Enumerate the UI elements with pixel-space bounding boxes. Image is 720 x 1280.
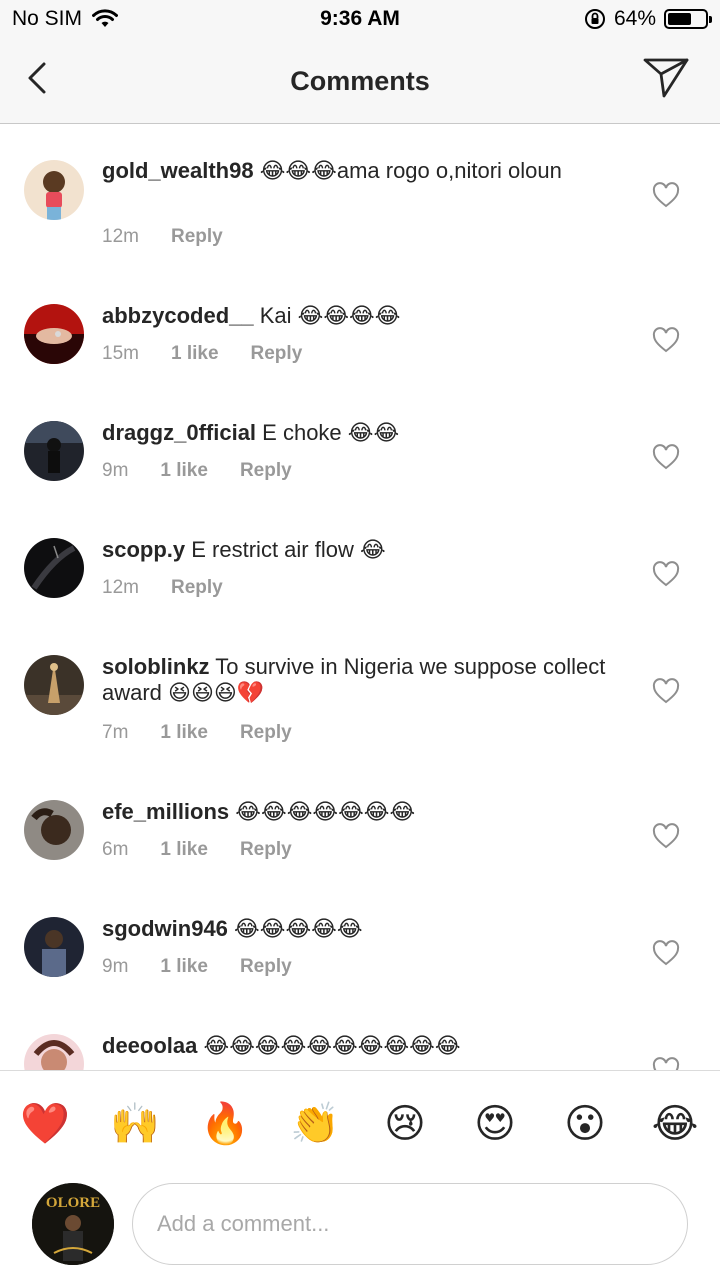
heart-icon[interactable] — [652, 1057, 680, 1070]
paper-plane-icon — [643, 58, 689, 98]
likes-count[interactable]: 1 like — [160, 460, 208, 482]
reply-button[interactable]: Reply — [240, 839, 292, 861]
page-title: Comments — [290, 66, 430, 96]
comment-meta: 6m 1 like Reply — [102, 839, 292, 861]
comment-body: 😂😂😂😂😂 — [234, 916, 363, 941]
comment-username[interactable]: abbzycoded__ — [102, 303, 254, 328]
comment-composer: OLORE — [0, 1175, 720, 1280]
comment-meta: 12m Reply — [102, 226, 223, 248]
comment-time: 12m — [102, 577, 139, 598]
heart-icon[interactable] — [652, 940, 680, 966]
reaction-heart[interactable]: ❤️ — [15, 1104, 75, 1144]
comment-username[interactable]: soloblinkz — [102, 654, 210, 679]
reaction-clap[interactable]: 👏 — [285, 1104, 345, 1144]
avatar-logo-text: OLORE — [46, 1195, 100, 1211]
heart-icon[interactable] — [652, 561, 680, 587]
heart-icon[interactable] — [652, 678, 680, 704]
battery-fill — [668, 13, 692, 25]
comment-meta: 15m 1 like Reply — [102, 343, 302, 365]
orientation-lock-icon — [584, 9, 605, 29]
heart-icon[interactable] — [652, 182, 680, 208]
reaction-surprised[interactable]: 😮 — [555, 1104, 615, 1144]
comment-meta: 7m 1 like Reply — [102, 722, 292, 744]
heart-icon[interactable] — [652, 327, 680, 353]
comment-time: 6m — [102, 839, 129, 860]
comment-username[interactable]: draggz_0fficial — [102, 420, 256, 445]
comment-input[interactable] — [132, 1183, 688, 1265]
comment-text: gold_wealth98 😂😂😂ama rogo o,nitori oloun — [102, 158, 622, 184]
likes-count[interactable]: 1 like — [171, 343, 219, 365]
heart-icon[interactable] — [652, 444, 680, 470]
status-bar: No SIM 9:36 AM 64% — [0, 0, 720, 40]
reply-button[interactable]: Reply — [240, 722, 292, 744]
comment-body: E choke 😂😂 — [262, 420, 400, 445]
comment-text: sgodwin946 😂😂😂😂😂 — [102, 916, 622, 942]
comment-time: 9m — [102, 956, 129, 977]
heart-icon[interactable] — [652, 823, 680, 849]
comment-text: deeoolaa 😂😂😂😂😂😂😂😂😂😂 — [102, 1033, 622, 1059]
avatar[interactable] — [24, 655, 84, 715]
comment-username[interactable]: efe_millions — [102, 799, 229, 824]
avatar[interactable] — [24, 421, 84, 481]
status-right: 64% — [584, 7, 712, 31]
reaction-raised-hands[interactable]: 🙌 — [105, 1104, 165, 1144]
avatar[interactable] — [24, 917, 84, 977]
reaction-fire[interactable]: 🔥 — [195, 1104, 255, 1144]
avatar[interactable] — [24, 538, 84, 598]
comment-time: 12m — [102, 226, 139, 247]
comment-body: 😂😂😂ama rogo o,nitori oloun — [259, 158, 562, 183]
reply-button[interactable]: Reply — [240, 956, 292, 978]
likes-count[interactable]: 1 like — [160, 956, 208, 978]
comment-text: draggz_0fficial E choke 😂😂 — [102, 420, 622, 446]
comment-meta: 9m 1 like Reply — [102, 460, 292, 482]
reaction-heart-eyes[interactable]: 😍 — [465, 1104, 525, 1144]
comment-body: E restrict air flow 😂 — [191, 537, 386, 562]
avatar[interactable] — [24, 1034, 84, 1070]
comment-meta: 9m 1 like Reply — [102, 956, 292, 978]
comment-username[interactable]: deeoolaa — [102, 1033, 197, 1058]
likes-count[interactable]: 1 like — [160, 839, 208, 861]
comment-text: abbzycoded__ Kai 😂😂😂😂 — [102, 303, 622, 329]
comment-text: scopp.y E restrict air flow 😂 — [102, 537, 622, 563]
comments-list[interactable]: gold_wealth98 😂😂😂ama rogo o,nitori oloun… — [0, 124, 720, 1070]
reaction-laughing[interactable]: 😂 — [645, 1104, 705, 1144]
battery-icon — [664, 9, 712, 29]
comment-time: 15m — [102, 343, 139, 364]
comment-time: 9m — [102, 460, 129, 481]
comment-body: 😂😂😂😂😂😂😂😂😂😂 — [203, 1033, 461, 1058]
reaction-crying[interactable]: 😢 — [375, 1104, 435, 1144]
avatar[interactable] — [24, 800, 84, 860]
share-button[interactable] — [642, 56, 690, 100]
comment-meta: 12m Reply — [102, 577, 223, 599]
reply-button[interactable]: Reply — [171, 226, 223, 248]
comment-body: 😂😂😂😂😂😂😂 — [235, 799, 416, 824]
reply-button[interactable]: Reply — [251, 343, 303, 365]
nav-bar: Comments — [0, 40, 720, 124]
comment-body: Kai 😂😂😂😂 — [259, 303, 401, 328]
comment-username[interactable]: gold_wealth98 — [102, 158, 254, 183]
likes-count[interactable]: 1 like — [160, 722, 208, 744]
battery-percent: 64% — [613, 7, 656, 30]
comment-time: 7m — [102, 722, 129, 743]
comment-username[interactable]: sgodwin946 — [102, 916, 228, 941]
reply-button[interactable]: Reply — [240, 460, 292, 482]
comment-text: soloblinkz To survive in Nigeria we supp… — [102, 654, 622, 706]
comment-username[interactable]: scopp.y — [102, 537, 185, 562]
avatar[interactable] — [24, 160, 84, 220]
comment-text: efe_millions 😂😂😂😂😂😂😂 — [102, 799, 622, 825]
my-avatar[interactable]: OLORE — [32, 1183, 114, 1265]
avatar[interactable] — [24, 304, 84, 364]
emoji-reaction-bar: ❤️ 🙌 🔥 👏 😢 😍 😮 😂 — [0, 1070, 720, 1176]
reply-button[interactable]: Reply — [171, 577, 223, 599]
